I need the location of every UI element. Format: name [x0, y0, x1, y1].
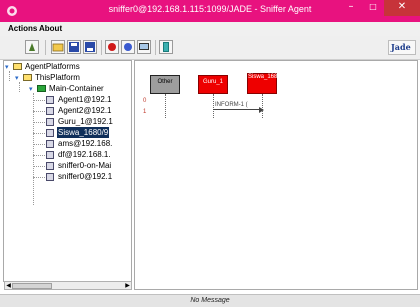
lifeline-guru [213, 94, 214, 118]
agent-label: df@192.168.1. [58, 150, 111, 159]
lifeline-other [165, 94, 166, 118]
message-arrow[interactable] [213, 107, 264, 113]
open-icon[interactable] [51, 40, 65, 54]
agent-box-guru[interactable]: Guru_1 [198, 75, 228, 94]
agent-icon [46, 139, 54, 148]
tree-connector [33, 166, 45, 167]
tree-connector [33, 155, 45, 156]
tree-connector [33, 93, 34, 205]
agent-icon [46, 128, 54, 137]
menu-bar: Actions About [0, 22, 420, 36]
agent-label: Agent2@192.1 [58, 106, 112, 115]
maximize-button[interactable]: □ [362, 0, 384, 16]
expand-toggle-icon[interactable]: ▾ [15, 73, 23, 84]
tree-node-agent-platforms[interactable]: ▾ AgentPlatforms [5, 61, 81, 72]
tree-connector [33, 133, 45, 134]
agent-box-other[interactable]: Other [150, 75, 180, 94]
status-bar: No Message [0, 294, 420, 307]
tree-connector [33, 122, 45, 123]
minimize-button[interactable]: – [340, 0, 362, 16]
tree-node-this-platform[interactable]: ▾ ThisPlatform [15, 72, 81, 83]
tree-agent-item[interactable]: sniffer0-on-Mai [46, 160, 112, 171]
jade-logo: Jade [388, 40, 416, 55]
toolbar: Jade [0, 36, 420, 60]
tree-agent-item[interactable]: df@192.168.1. [46, 149, 112, 160]
expand-toggle-icon[interactable]: ▾ [5, 62, 13, 73]
tree-agent-item[interactable]: Agent2@192.1 [46, 105, 113, 116]
agent-label: sniffer0-on-Mai [58, 161, 112, 170]
tree-node-label: AgentPlatforms [25, 62, 80, 71]
scrollbar-thumb[interactable] [12, 283, 52, 289]
menu-about[interactable]: About [39, 24, 62, 33]
agent-label: Siswa_1680/9 [57, 127, 110, 138]
toolbar-separator [155, 40, 156, 55]
agent-icon [46, 95, 54, 104]
tree-node-label: Main-Container [49, 84, 104, 93]
menu-actions[interactable]: Actions [8, 24, 37, 33]
agent-icon [46, 150, 54, 159]
sniffer-canvas[interactable]: Other Guru_1 Siswa_1680 0 1 INFORM-1 ( [134, 60, 418, 290]
folder-icon [13, 63, 22, 71]
scroll-left-icon[interactable]: ◀ [5, 282, 12, 290]
folder-icon [23, 74, 32, 82]
agent-label: Agent1@192.1 [58, 95, 112, 104]
toolbar-separator [45, 40, 46, 55]
agent-icon [46, 161, 54, 170]
tree-agent-item-selected[interactable]: Siswa_1680/9 [46, 127, 110, 138]
save-as-icon[interactable] [83, 40, 97, 54]
row-label-1: 1 [143, 109, 147, 115]
tree-node-label: ThisPlatform [35, 73, 80, 82]
tree-connector [33, 144, 45, 145]
display-icon[interactable] [137, 40, 151, 54]
tree-agent-item[interactable]: ams@192.168. [46, 138, 113, 149]
close-button[interactable]: ✕ [384, 0, 420, 16]
tree-connector [33, 111, 45, 112]
agent-icon [46, 172, 54, 181]
agent-icon [46, 106, 54, 115]
agent-tree[interactable]: ▾ AgentPlatforms ▾ ThisPlatform ▾ Main-Cont… [3, 60, 132, 282]
clear-canvas-icon[interactable] [25, 40, 39, 54]
sniff-off-icon[interactable] [121, 40, 135, 54]
toolbar-separator [101, 40, 102, 55]
title-bar: sniffer0@192.168.1.115:1099/JADE - Sniff… [0, 0, 420, 22]
row-label-0: 0 [143, 98, 147, 104]
lifeline-siswa [262, 94, 263, 118]
tree-agent-item[interactable]: Guru_1@192.1 [46, 116, 114, 127]
tree-horizontal-scrollbar[interactable]: ◀ ▶ [4, 281, 132, 290]
tree-connector [33, 177, 45, 178]
scroll-right-icon[interactable]: ▶ [124, 282, 131, 290]
agent-label: ams@192.168. [58, 139, 113, 148]
exit-icon[interactable] [159, 40, 173, 54]
expand-toggle-icon[interactable]: ▾ [29, 84, 37, 95]
jade-logo-text: Jade [391, 42, 411, 52]
agent-box-siswa[interactable]: Siswa_1680 [247, 73, 281, 94]
tree-node-main-container[interactable]: ▾ Main-Container [29, 83, 105, 94]
tree-agent-item[interactable]: Agent1@192.1 [46, 94, 113, 105]
agent-label: Guru_1@192.1 [58, 117, 113, 126]
sniff-on-icon[interactable] [105, 40, 119, 54]
container-icon [37, 85, 46, 93]
save-icon[interactable] [67, 40, 81, 54]
tree-agent-item[interactable]: sniffer0@192.1 [46, 171, 113, 182]
agent-icon [46, 117, 54, 126]
arrowhead-icon [259, 107, 264, 113]
message-label: INFORM-1 ( [215, 102, 248, 108]
tree-connector [33, 100, 45, 101]
agent-label: sniffer0@192.1 [58, 172, 113, 181]
